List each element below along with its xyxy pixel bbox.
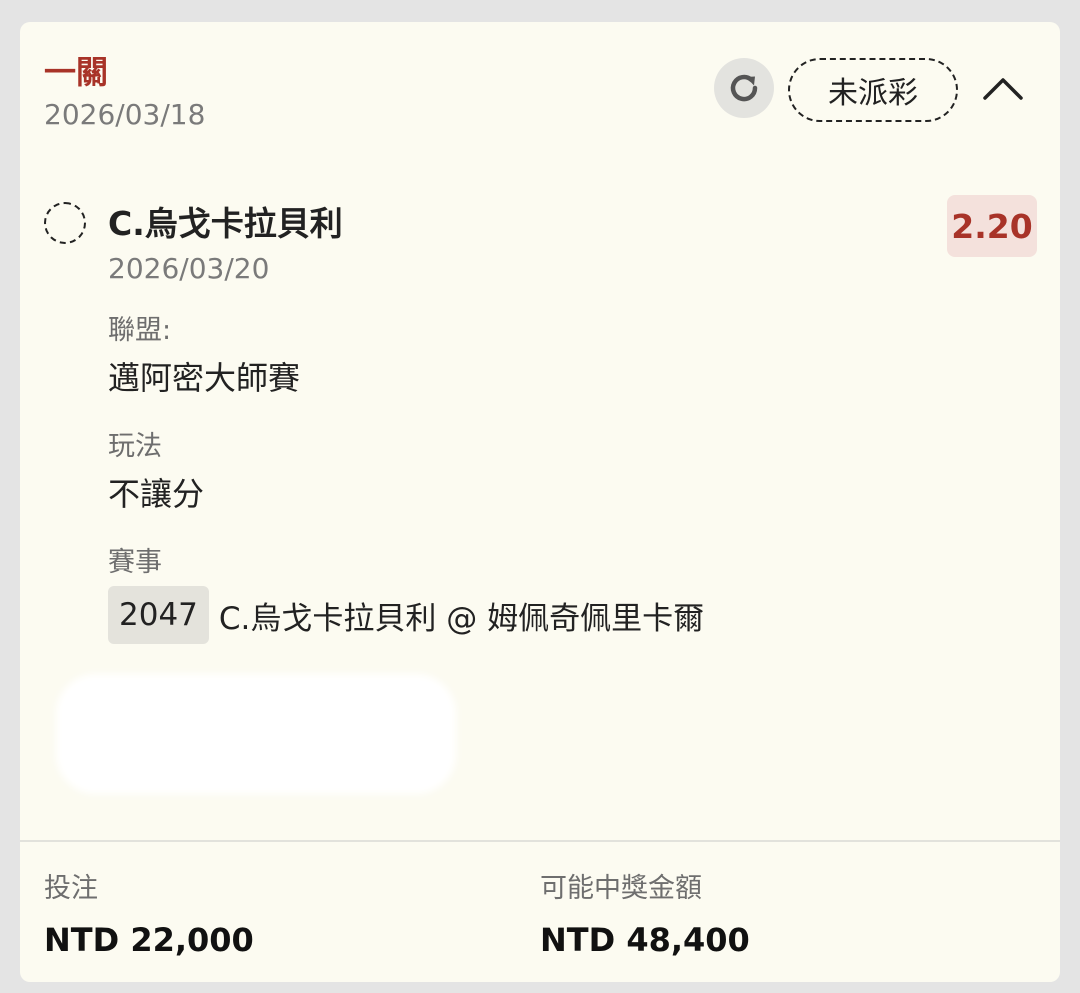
event-name: C.烏戈卡拉貝利 @ 姆佩奇佩里卡爾: [218, 600, 705, 637]
stake-label: 投注: [44, 873, 98, 904]
status-badge: 未派彩: [788, 58, 958, 122]
redacted-area: [56, 674, 456, 794]
pending-status-icon: [44, 202, 86, 244]
stake-value: NTD 22,000: [44, 921, 254, 959]
market-value: 不讓分: [108, 475, 205, 513]
odds-badge: 2.20: [947, 195, 1037, 257]
refresh-button[interactable]: [714, 58, 774, 118]
event-code-badge: 2047: [108, 586, 209, 644]
payout-label: 可能中獎金額: [540, 873, 702, 904]
bet-slip-card: 一關 2026/03/18 未派彩 C.烏戈卡拉貝利 2.20 2026/03/…: [20, 22, 1060, 982]
bet-type-title: 一關: [44, 53, 109, 91]
bet-date: 2026/03/18: [44, 98, 206, 131]
league-value: 邁阿密大師賽: [108, 359, 301, 397]
chevron-up-icon: [983, 78, 1023, 100]
event-row: 2047 C.烏戈卡拉貝利 @ 姆佩奇佩里卡爾: [108, 586, 704, 644]
match-date: 2026/03/20: [108, 252, 270, 285]
collapse-button[interactable]: [978, 68, 1028, 108]
selection-name: C.烏戈卡拉貝利: [108, 204, 343, 243]
bet-summary-footer: 投注 NTD 22,000 可能中獎金額 NTD 48,400: [20, 840, 1060, 982]
refresh-icon: [730, 74, 758, 102]
market-label: 玩法: [108, 431, 162, 462]
league-label: 聯盟:: [108, 315, 172, 346]
event-label: 賽事: [108, 547, 162, 578]
payout-value: NTD 48,400: [540, 921, 750, 959]
